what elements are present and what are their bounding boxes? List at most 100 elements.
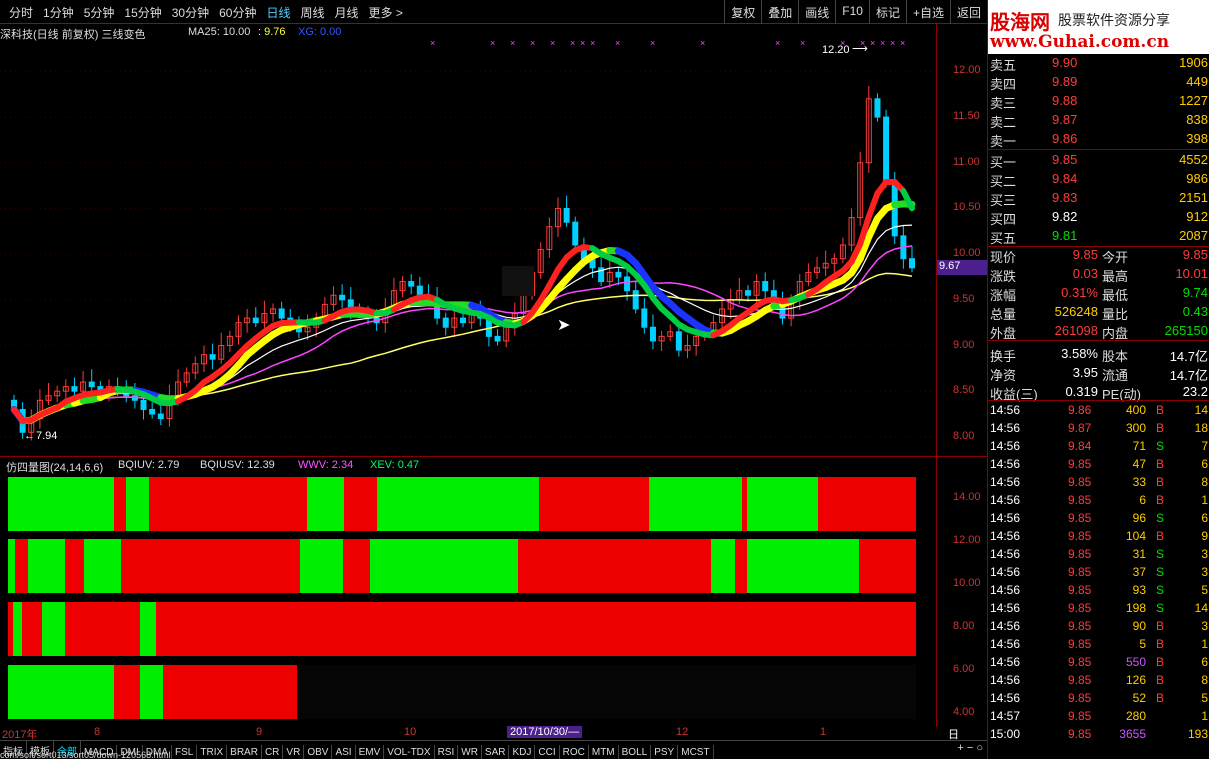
kline-chart[interactable]: × × × × × × × × × × × × × × × × × × × 深科技(日线 前复权) 三线变色 MA2… [0, 24, 987, 456]
toolbar-button[interactable]: +自选 [905, 0, 950, 24]
indicator-tab[interactable]: KDJ [509, 745, 536, 759]
tick-price: 9.85 [1068, 475, 1092, 489]
signal-marker: × [900, 38, 905, 48]
price-tick: 9.00 [953, 338, 975, 351]
indicator-tab[interactable]: MCST [678, 745, 714, 759]
order-volume: 1227 [1179, 93, 1208, 108]
candle-body [88, 381, 95, 388]
order-book-divider [988, 149, 1209, 150]
tick-side: S [1156, 565, 1165, 579]
indicator-tab[interactable]: RSI [435, 745, 459, 759]
period-tab[interactable]: 30分钟 [167, 4, 214, 21]
indicator-tab[interactable]: BOLL [619, 745, 652, 759]
order-label: 卖一 [990, 134, 1017, 149]
indicator-bar [8, 539, 15, 593]
quote-value: 0.31% [1061, 285, 1098, 300]
toolbar-button[interactable]: 标记 [868, 0, 906, 24]
order-label: 买四 [990, 212, 1017, 227]
indicator-tab[interactable]: MTM [589, 745, 619, 759]
indicator-bar [8, 665, 114, 719]
period-tab[interactable]: 分时 [4, 4, 38, 21]
order-volume: 4552 [1179, 152, 1208, 167]
candle-body [909, 258, 915, 269]
toolbar-button[interactable]: 返回 [949, 0, 987, 24]
tick-time: 14:56 [990, 457, 1021, 471]
indicator-tab[interactable]: ASI [332, 745, 356, 759]
kline-plot[interactable]: × × × × × × × × × × × × × × × × × × × [0, 24, 936, 456]
indicator-title: 仿四量图(24,14,6,6) [6, 462, 104, 474]
quote-divider [988, 340, 1209, 341]
period-tab[interactable]: 更多 > [364, 4, 408, 21]
period-tab[interactable]: 60分钟 [214, 4, 261, 21]
indicator-bar [149, 477, 307, 531]
high-arrow-icon: ⟶ [852, 43, 868, 55]
date-label-aug: 8 [94, 726, 101, 738]
quote-row: 涨幅 0.31% 最低 9.74 [988, 285, 1209, 304]
signal-marker: × [530, 38, 535, 48]
indicator-tab[interactable]: TRIX [197, 745, 228, 759]
tick-side: B [1156, 529, 1165, 543]
tick-price: 9.85 [1068, 619, 1092, 633]
order-book-row: 卖三 9.88 1227 [988, 93, 1209, 112]
quote-value: 9.85 [1072, 247, 1098, 262]
indicator-tab[interactable]: BRAR [227, 745, 262, 759]
quote-value2: 265150 [1164, 323, 1208, 338]
tick-price: 9.85 [1068, 601, 1092, 615]
period-tab[interactable]: 15分钟 [119, 4, 166, 21]
indicator-panel[interactable]: 仿四量图(24,14,6,6) BQIUV: 2.79 BQIUSV: 12.3… [0, 456, 987, 727]
indicator-tab[interactable]: VOL-TDX [384, 745, 435, 759]
toolbar-button[interactable]: 叠加 [761, 0, 798, 24]
period-tab[interactable]: 周线 [295, 4, 329, 21]
indicator-tab[interactable]: SAR [482, 745, 510, 759]
order-price: 9.88 [1052, 93, 1078, 108]
indicator-tick: 12.00 [953, 534, 981, 546]
indicator-tab[interactable]: VR [283, 745, 305, 759]
indicator-tab[interactable]: FSL [172, 745, 198, 759]
indicator-tab[interactable]: CCI [535, 745, 560, 759]
low-arrow-icon: ← [24, 430, 35, 442]
indicator-bar [22, 602, 42, 656]
order-volume: 449 [1186, 74, 1208, 89]
period-tab[interactable]: 日线 [261, 4, 295, 21]
low-label: 7.94 [36, 430, 58, 442]
indicator-tab[interactable]: OBV [304, 745, 333, 759]
tick-price: 9.85 [1068, 691, 1092, 705]
site-banner: 股海网 股票软件资源分享 www.Guhai.com.cn [988, 0, 1209, 54]
period-tab[interactable]: 月线 [330, 4, 364, 21]
indicator-bar [140, 602, 156, 656]
indicator-plot[interactable] [0, 457, 936, 727]
tick-row: 14:56 9.85 5 B 1 [988, 637, 1209, 656]
indicator-tick: 4.00 [953, 706, 975, 718]
order-volume: 912 [1186, 209, 1208, 224]
candle-body [744, 290, 751, 296]
quote-key: 换手 [990, 349, 1017, 364]
toolbar-button[interactable]: 复权 [724, 0, 761, 24]
tick-count: 9 [1201, 529, 1208, 543]
tick-volume: 198 [1125, 601, 1146, 615]
indicator-tab[interactable]: CR [262, 745, 284, 759]
tick-volume: 3655 [1119, 727, 1146, 741]
indicator-bar [343, 539, 370, 593]
quote-key2: 股本 [1102, 349, 1129, 364]
toolbar-button[interactable]: F10 [835, 0, 869, 24]
tick-price: 9.85 [1068, 547, 1092, 561]
period-tab[interactable]: 5分钟 [79, 4, 120, 21]
tick-time: 14:56 [990, 655, 1021, 669]
indicator-tab[interactable]: ROC [560, 745, 589, 759]
indicator-bar [711, 539, 735, 593]
tick-side: B [1156, 655, 1165, 669]
zoom-controls[interactable]: + − ○ [957, 742, 983, 754]
indicator-tab[interactable]: WR [458, 745, 482, 759]
order-label: 卖四 [990, 77, 1017, 92]
indicator-tab[interactable]: PSY [651, 745, 679, 759]
quote-value2: 9.74 [1182, 285, 1208, 300]
order-book-row: 买二 9.84 986 [988, 171, 1209, 190]
toolbar-button[interactable]: 画线 [798, 0, 835, 24]
period-toolbar: 分时 1分钟 5分钟 15分钟 30分钟 60分钟 日线 周线 月线 更多 > 复权 叠加 画线 F10… [0, 0, 987, 24]
quote-bottom [988, 400, 1209, 401]
order-label: 买二 [990, 174, 1017, 189]
indicator-tab[interactable]: EMV [356, 745, 385, 759]
indicator-bar [13, 602, 22, 656]
period-tab[interactable]: 1分钟 [38, 4, 79, 21]
tick-volume: 400 [1125, 403, 1146, 417]
